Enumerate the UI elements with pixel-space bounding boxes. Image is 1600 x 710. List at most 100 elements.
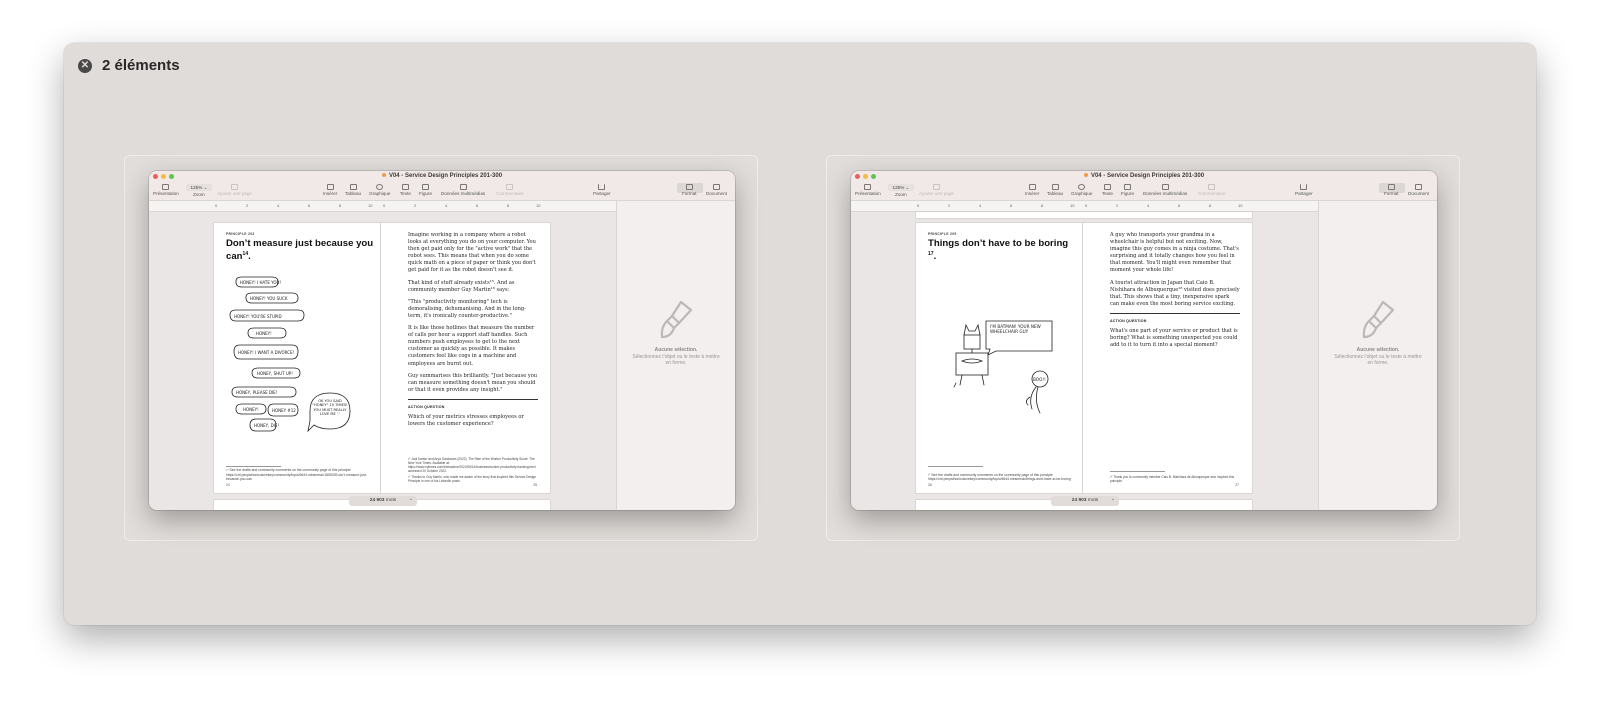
add-page-icon [231,184,238,190]
chevron-updown-icon: ⌃ [409,498,413,503]
document-title: V04 - Service Design Principles 201-300 [851,173,1437,179]
action-rule [408,398,538,400]
doodle-bubble-text: HONEY! [243,407,259,412]
footnote: ¹⁶ Thanks to Guy Martin, who made me awa… [408,475,537,483]
ruler-mark: 6 [476,203,479,208]
insert-button[interactable]: Insérer [1025,184,1039,196]
ruler-mark: 8 [507,203,510,208]
thumbnail-card-2[interactable]: V04 - Service Design Principles 201-300 … [826,155,1460,541]
document-canvas[interactable]: PRINCIPLE 203 Don’t measure just because… [149,212,616,510]
add-page-button[interactable]: Ajouter une page [217,184,252,196]
honey-doodle-illustration: HONEY! I HATE YOU! HONEY! YOU SUCK HONEY… [229,276,351,433]
love-bubble-text-wrap: OK YOU SAID "HONEY" 15 TIMES! YOU MUST R… [312,399,348,416]
ruler-mark: 8 [339,203,342,208]
doodle-bubble-text: HONEY #12 [272,408,296,413]
word-count-control[interactable]: 24 903 mots ⌃ [1051,496,1119,506]
media-button[interactable]: Données multimédias [441,184,485,196]
text-button[interactable]: Texte [400,184,411,196]
footnote-rule [1110,470,1165,471]
edited-dot-icon [381,173,386,177]
ruler-mark: 2 [948,203,951,208]
toolbar: Présentation 125% ⌄ Zoom Ajouter une pag… [851,182,1437,201]
format-button[interactable]: Format [682,184,697,196]
text-button[interactable]: Texte [1102,184,1113,196]
add-page-button[interactable]: Ajouter une page [919,184,954,196]
comment-button[interactable]: Commentaire [1198,184,1226,196]
selection-panel: ✕ 2 éléments V04 - Service Design Princi… [64,43,1536,625]
paragraph: Imagine working in a company where a rob… [408,232,536,274]
share-icon [1300,184,1308,190]
left-page[interactable]: PRINCIPLE 205 Things don’t have to be bo… [916,223,1083,493]
paragraph: "This "productivity monitoring" tech is … [408,298,526,319]
thumbnail-card-1[interactable]: V04 - Service Design Principles 201-300 … [124,155,758,541]
ruler-mark: 6 [1010,203,1013,208]
zoom-select[interactable]: 125% ⌄ [186,184,212,191]
footnotes: ¹⁸ Thank you to community member Caio B.… [1110,475,1240,483]
share-button[interactable]: Partager [593,184,611,196]
table-button[interactable]: Tableau [345,184,361,196]
toolbar: Présentation 125% ⌄ Zoom Ajouter une pag… [149,182,735,201]
no-selection-hint: Sélectionnez l’objet ou le texte à mettr… [632,354,720,366]
pages-window: V04 - Service Design Principles 201-300 … [851,171,1437,510]
document-icon [712,184,720,190]
right-page[interactable]: Imagine working in a company where a rob… [382,223,549,493]
chart-button[interactable]: Graphique [1071,184,1092,196]
table-icon [1051,184,1059,190]
zoom-select[interactable]: 125% ⌄ [888,184,914,191]
paragraph: It is like those hotlines that measure t… [408,325,535,367]
presentation-button[interactable]: Présentation [153,184,179,196]
media-icon [459,184,467,190]
document-canvas[interactable]: PRINCIPLE 205 Things don’t have to be bo… [851,212,1318,510]
document-button[interactable]: Document [1408,184,1429,196]
action-question-text: Which of your metrics stresses employees… [408,413,524,428]
document-button[interactable]: Document [706,184,727,196]
ruler-mark: 10 [536,203,541,208]
ruler-mark: 4 [445,203,448,208]
word-count-unit: mots [385,498,397,503]
word-count-value: 24 903 [1071,498,1087,503]
comment-button[interactable]: Commentaire [496,184,524,196]
chart-button[interactable]: Graphique [369,184,390,196]
chart-icon [1078,184,1086,190]
page-number: 26 [928,483,932,487]
ruler-mark: 10 [368,203,373,208]
insert-button[interactable]: Insérer [323,184,337,196]
table-button[interactable]: Tableau [1047,184,1063,196]
word-count-control[interactable]: 24 903 mots ⌃ [349,496,417,506]
footnotes: ¹⁵ Jodi Kantor and Arya Sundaram (2022).… [408,457,538,483]
ruler[interactable]: 0 2 4 6 8 10 0 2 4 6 8 10 [851,201,1318,212]
ruler-mark: 2 [414,203,417,208]
ruler-mark: 4 [277,203,280,208]
media-button[interactable]: Données multimédias [1143,184,1187,196]
right-page[interactable]: A guy who transports your grandma in a w… [1084,223,1251,493]
ruler-mark: 0 [383,203,386,208]
shape-button[interactable]: Figure [419,184,432,196]
shape-icon [422,184,430,190]
principle-kicker: PRINCIPLE 203 [226,232,255,236]
left-page[interactable]: PRINCIPLE 203 Don’t measure just because… [214,223,381,493]
doodle-bubble-text: HONEY, SHUT UP! [257,371,293,376]
principle-title: Don’t measure just because you can14. [226,238,374,263]
ruler[interactable]: 0 2 4 6 8 10 0 2 4 6 8 10 [149,201,616,212]
close-icon[interactable]: ✕ [78,58,92,73]
love-bubble-text: OK YOU SAID "HONEY" 15 TIMES! YOU MUST R… [312,399,348,416]
ruler-left-page: 0 2 4 6 8 10 [917,203,1077,210]
no-selection-title: Aucune sélection. [654,347,698,353]
doodle-bubble-text: HONEY, PLEASE DIE! [236,390,277,395]
shape-button[interactable]: Figure [1121,184,1134,196]
document-icon [1414,184,1422,190]
batman-bubble-text: I'M BATMAN! YOUR NEW WHEELCHAIR GUY [990,324,1041,335]
footnote-rule [226,465,281,466]
footnote: ¹⁵ Jodi Kantor and Arya Sundaram (2022).… [408,457,536,473]
paragraph: A guy who transports your grandma in a w… [1110,232,1239,274]
page-number: 25 [533,483,537,487]
paragraph: A tourist attraction in Japan that Caio … [1110,279,1240,307]
presentation-button[interactable]: Présentation [855,184,881,196]
page-number: 27 [1235,483,1239,487]
add-page-icon [933,184,940,190]
shape-icon [1124,184,1132,190]
format-button[interactable]: Format [1384,184,1399,196]
panel-header: ✕ 2 éléments [78,57,180,74]
word-count-unit: mots [1087,498,1099,503]
share-button[interactable]: Partager [1295,184,1313,196]
